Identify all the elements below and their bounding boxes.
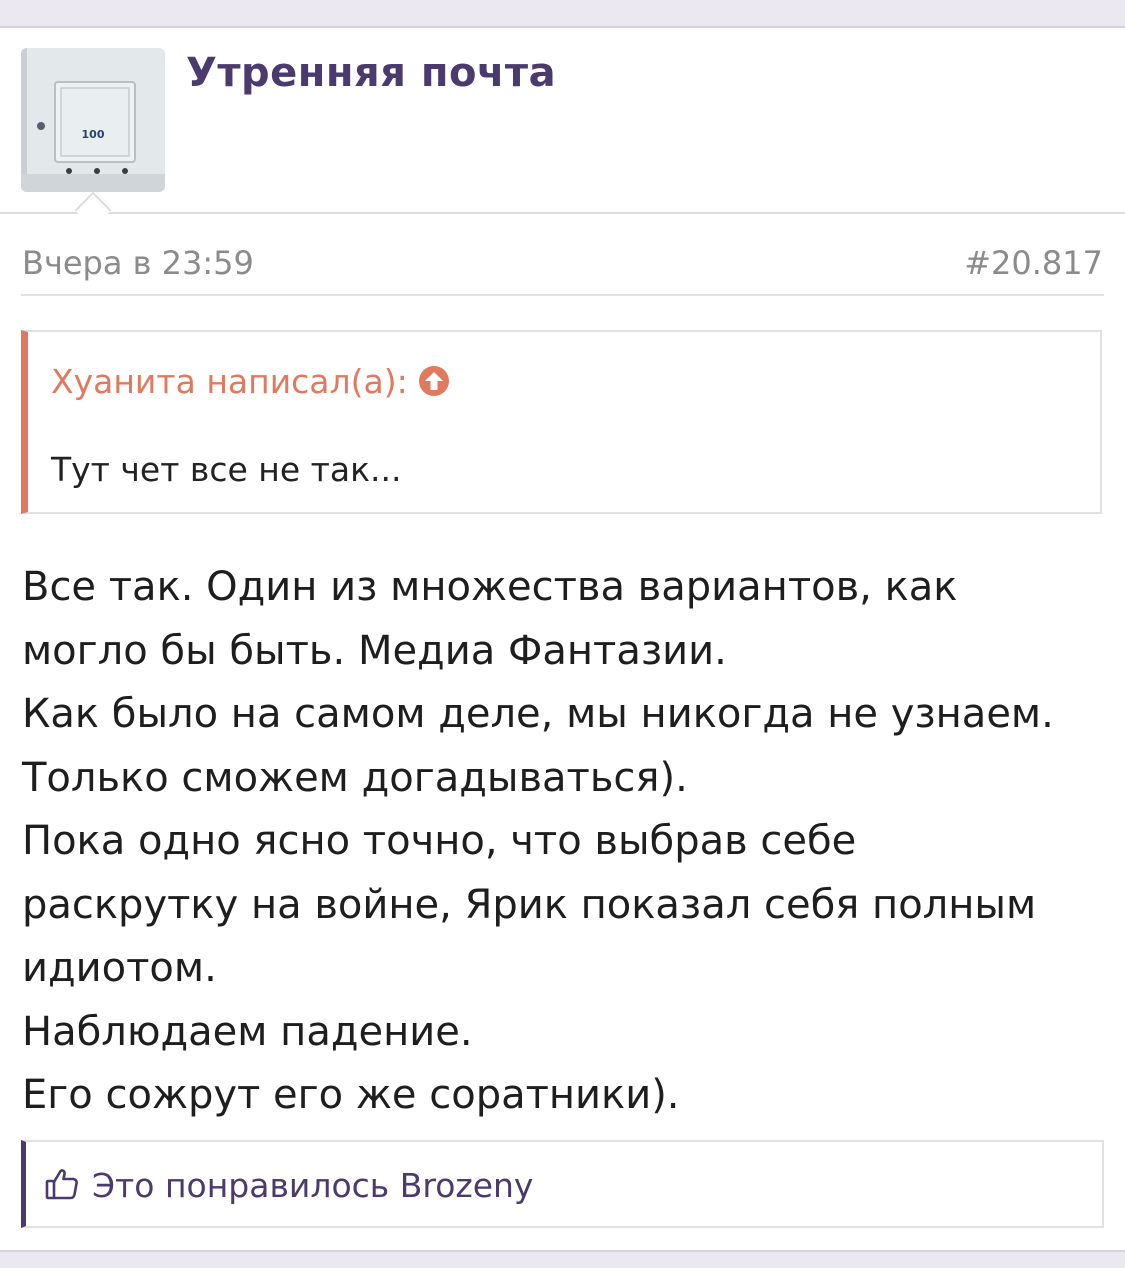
message-line: Наблюдаем падение. [22,1008,473,1055]
message-line: могло бы быть. Медиа Фантазии. [22,627,727,674]
mailbox-number: 100 [82,128,105,141]
quote-block: Хуанита написал(а): Тут чет все не так..… [21,330,1102,514]
quote-text: Тут чет все не так... [51,450,402,489]
message-line: Пока одно ясно точно, что выбрав себе [22,818,857,864]
mailbox-image: 100 [21,48,165,192]
thumbs-up-icon [44,1166,80,1202]
avatar[interactable]: 100 [21,48,165,192]
message-line: Все так. Один из множества вариантов, ка… [22,564,958,610]
message-body: Все так. Один из множества вариантов, ка… [22,556,1112,1128]
arrow-up-circle-icon[interactable] [418,365,450,397]
likes-text[interactable]: Это понравилось Brozeny [92,1166,533,1205]
message-line: раскрутку на войне, Ярик показал себя по… [22,881,1037,928]
bottom-separator [0,1250,1125,1268]
avatar-pointer [74,191,112,229]
message-line: Только сможем догадываться). [22,754,688,801]
post-date[interactable]: Вчера в 23:59 [22,244,254,282]
message-line: Как было на самом деле, мы никогда не уз… [22,691,1054,737]
quote-author[interactable]: Хуанита написал(а): [51,362,408,401]
quote-author-line[interactable]: Хуанита написал(а): [51,362,450,401]
post-card: 100 Утренняя почта Вчера в 23:59 #20.817… [0,28,1125,1250]
likes-summary[interactable]: Это понравилось Brozeny [21,1140,1104,1228]
meta-divider [21,294,1104,296]
post-number[interactable]: #20.817 [964,244,1103,282]
post-author-name[interactable]: Утренняя почта [186,50,556,96]
header-divider [0,212,1125,214]
message-line: идиотом. [22,945,217,991]
message-line: Его сожрут его же соратники). [22,1072,680,1118]
top-separator [0,0,1125,28]
